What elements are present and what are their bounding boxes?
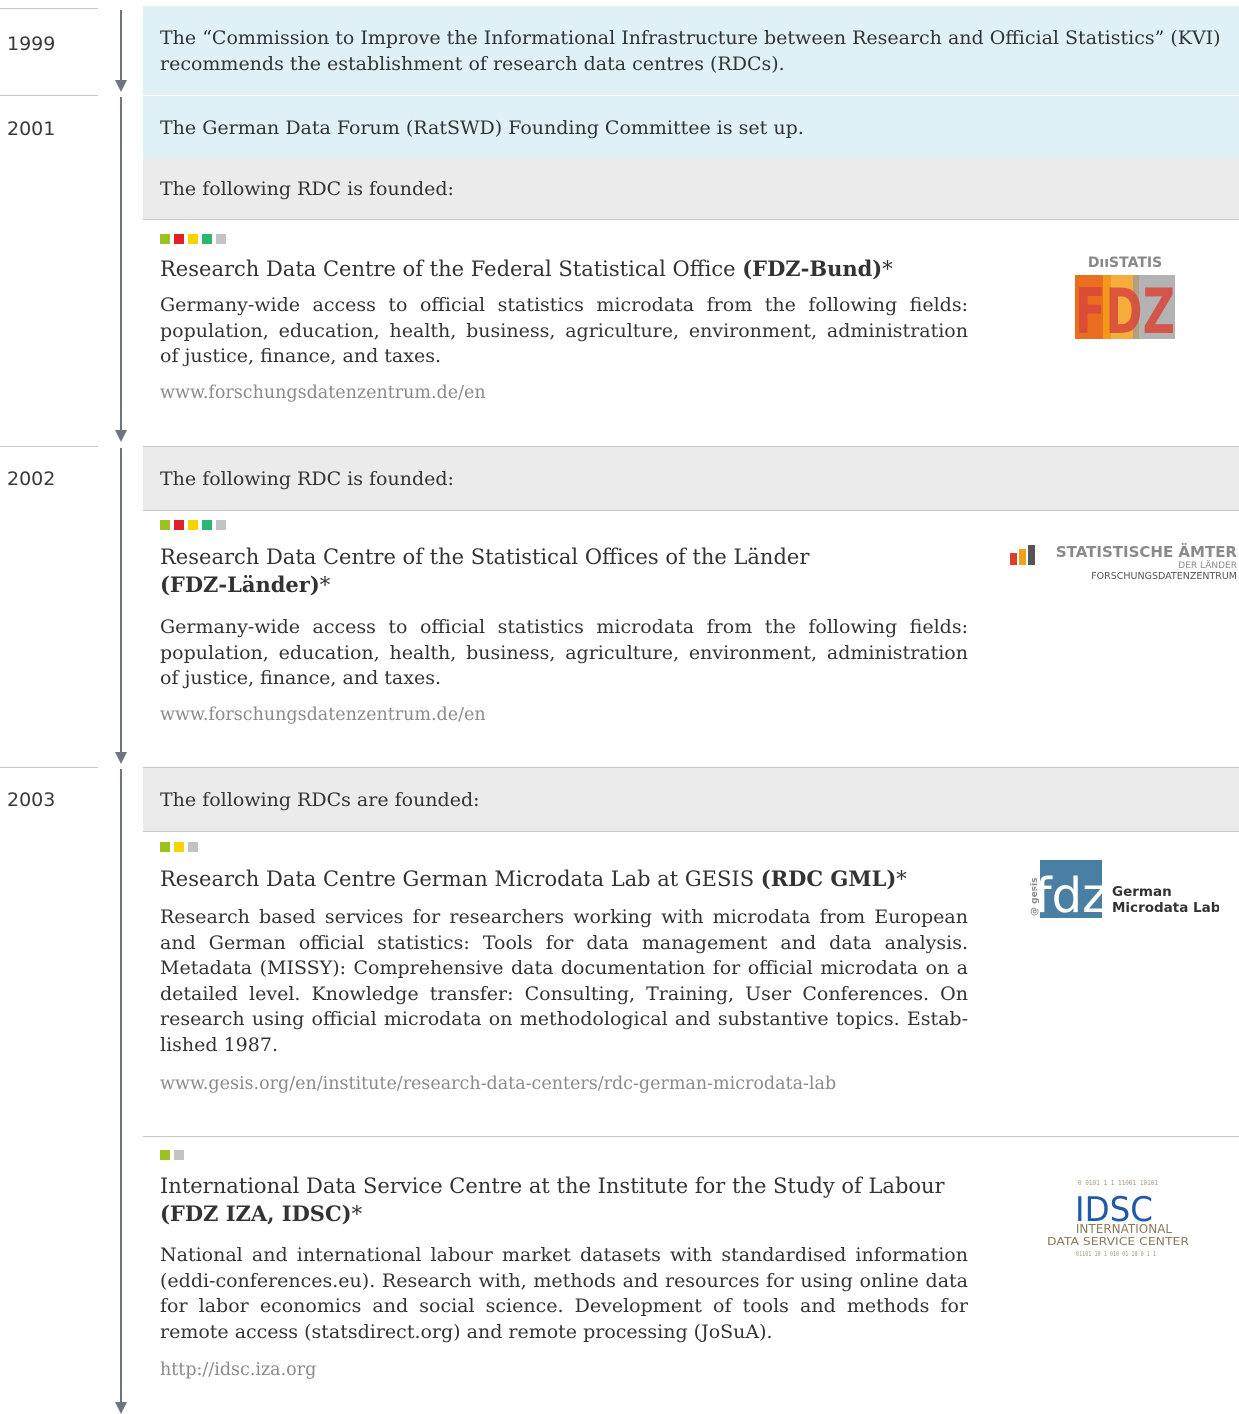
category-squares — [160, 234, 226, 244]
logo-line2: DER LÄNDER — [1178, 560, 1237, 571]
logo-line3: FORSCHUNGSDATENZENTRUM — [1091, 571, 1237, 581]
entry-abbr: (FDZ IZA, IDSC) — [160, 1201, 352, 1226]
category-square — [160, 842, 170, 852]
ratswd-band: The German Data Forum (RatSWD) Founding … — [143, 96, 1239, 159]
logo-gml-line1: German — [1112, 884, 1172, 900]
logo-bits-bottom: 01101 10 1 010 01 10 0 1 1 — [1076, 1250, 1156, 1258]
entry-title: International Data Service Centre at the… — [160, 1172, 970, 1228]
entry-description: Research based services for researchers … — [160, 906, 968, 1056]
entry-title-text: Research Data Centre of the Federal Stat… — [160, 257, 743, 281]
logo-idsc-line1: INTERNATIONAL — [1076, 1222, 1173, 1236]
timeline-arrow-icon — [115, 430, 127, 442]
founded-text: The following RDC is founded: — [160, 467, 454, 490]
logo-fdz-text: FDZ — [1075, 275, 1175, 339]
gesis-fdz-logo: @ gesis fdz German Microdata Lab — [1029, 858, 1221, 924]
timeline-arrow-icon — [115, 80, 127, 92]
entry-description: Germany-wide access to official statisti… — [160, 294, 968, 367]
year-label: 2002 — [7, 468, 56, 490]
logo-line1: STATISTISCHE ÄMTER — [1056, 542, 1238, 561]
kvi-text: The “Commission to Improve the Informati… — [160, 26, 1221, 75]
entry-title: Research Data Centre German Microdata La… — [160, 865, 970, 893]
category-square — [160, 1150, 170, 1160]
logo-bits-top: 0 0101 1 1 11001 10101 — [1078, 1179, 1158, 1187]
founded-band-2002: The following RDC is founded: — [143, 447, 1239, 510]
entry-title-text: International Data Service Centre at the… — [160, 1174, 945, 1198]
category-squares — [160, 520, 226, 530]
founded-band-2003: The following RDCs are founded: — [143, 768, 1239, 831]
divider — [143, 219, 1239, 220]
entry-title-text: Research Data Centre German Microdata La… — [160, 867, 761, 891]
category-square — [216, 234, 226, 244]
entry-link[interactable]: www.gesis.org/en/institute/research-data… — [160, 1074, 836, 1094]
category-square — [160, 520, 170, 530]
year-rule — [0, 446, 98, 447]
category-squares — [160, 842, 198, 852]
category-square — [216, 520, 226, 530]
timeline-arrow-icon — [115, 1402, 127, 1414]
ratswd-text: The German Data Forum (RatSWD) Founding … — [160, 116, 804, 139]
category-square — [188, 234, 198, 244]
category-square — [174, 520, 184, 530]
divider — [143, 1136, 1239, 1137]
category-square — [174, 842, 184, 852]
divider — [143, 831, 1239, 832]
year-label: 1999 — [7, 33, 56, 55]
category-square — [188, 842, 198, 852]
entry-abbr: (RDC GML) — [760, 866, 897, 891]
category-square — [188, 520, 198, 530]
logo-fdz-mark: fdz — [1035, 868, 1108, 920]
destatis-fdz-logo: DııSTATIS FDZ — [1073, 253, 1177, 348]
year-rule — [0, 8, 98, 9]
timeline-line — [120, 448, 122, 752]
entry-abbr: (FDZ-Länder) — [160, 572, 320, 597]
timeline-line — [120, 769, 122, 1402]
entry-star: * — [896, 867, 907, 891]
year-label: 2001 — [7, 118, 56, 140]
timeline-line — [120, 10, 122, 80]
category-squares — [160, 1150, 184, 1160]
timeline-arrow-icon — [115, 752, 127, 764]
category-square — [202, 234, 212, 244]
divider — [143, 510, 1239, 511]
entry-star: * — [319, 573, 331, 597]
year-label: 2003 — [7, 789, 56, 811]
logo-gml-line2: Microdata Lab — [1112, 900, 1219, 916]
entry-description: National and international labour market… — [160, 1244, 968, 1343]
entry-title-text: Research Data Centre of the Statistical … — [160, 545, 810, 569]
founded-text: The following RDCs are founded: — [160, 788, 480, 811]
statistische-aemter-logo: STATISTISCHE ÄMTER DER LÄNDER FORSCHUNGS… — [1008, 541, 1238, 582]
kvi-band: The “Commission to Improve the Informati… — [143, 6, 1239, 95]
entry-link[interactable]: http://idsc.iza.org — [160, 1360, 316, 1380]
category-square — [202, 520, 212, 530]
entry-link[interactable]: www.forschungsdatenzentrum.de/en — [160, 383, 486, 403]
year-rule — [0, 95, 98, 96]
logo-idsc-line2: DATA SERVICE CENTER — [1047, 1236, 1189, 1248]
timeline-line — [120, 97, 122, 430]
entry-title: Research Data Centre of the Federal Stat… — [160, 255, 970, 283]
founded-text: The following RDC is founded: — [160, 178, 454, 200]
entry-link[interactable]: www.forschungsdatenzentrum.de/en — [160, 705, 486, 725]
category-square — [174, 234, 184, 244]
entry-abbr: (FDZ-Bund) — [742, 256, 883, 281]
idsc-logo: 0 0101 1 1 11001 10101 IDSC INTERNATIONA… — [1038, 1163, 1198, 1263]
year-rule — [0, 767, 98, 768]
entry-description: Germany-wide access to official statisti… — [160, 616, 968, 689]
entry-title: Research Data Centre of the Statistical … — [160, 543, 970, 599]
founded-band-2001: The following RDC is founded: — [143, 159, 1239, 219]
category-square — [160, 234, 170, 244]
category-square — [174, 1150, 184, 1160]
entry-star: * — [351, 1202, 363, 1226]
entry-star: * — [882, 257, 893, 281]
logo-destatis-text: DııSTATIS — [1088, 255, 1162, 271]
